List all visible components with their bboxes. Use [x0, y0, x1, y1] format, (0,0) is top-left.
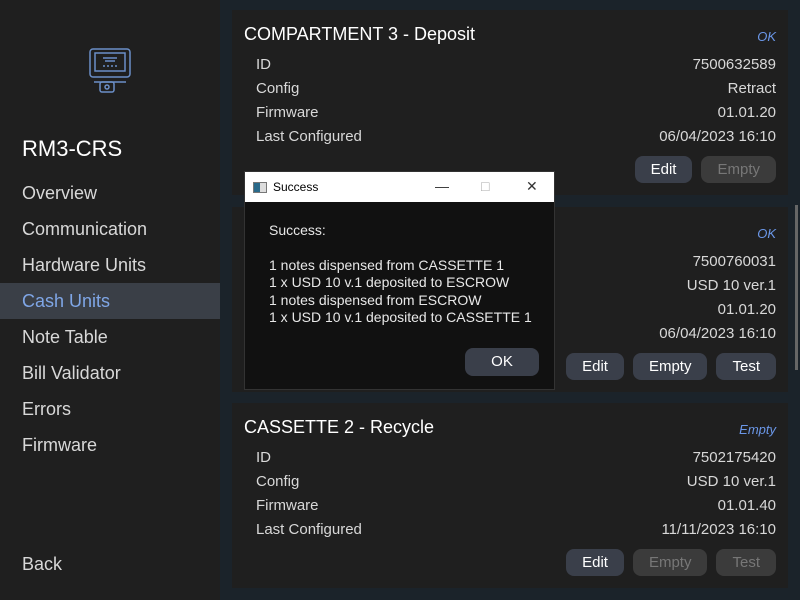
sidebar-item-errors[interactable]: Errors	[0, 391, 220, 427]
sidebar-item-bill-validator[interactable]: Bill Validator	[0, 355, 220, 391]
card-actions: Edit Empty Test	[566, 549, 776, 576]
field-label: Last Configured	[256, 128, 362, 145]
dialog-line: 1 x USD 10 v.1 deposited to ESCROW	[269, 274, 510, 290]
dialog-line: 1 notes dispensed from ESCROW	[269, 291, 482, 308]
field-label: ID	[256, 56, 271, 73]
sidebar-item-overview[interactable]: Overview	[0, 175, 220, 211]
card-actions: Edit Empty	[634, 156, 776, 183]
field-id: ID 7502175420	[256, 449, 776, 473]
field-id: ID 7500632589	[256, 56, 776, 80]
device-name: RM3-CRS	[22, 136, 123, 161]
dialog-line: 1 x USD 10 v.1 deposited to CASSETTE 1	[269, 309, 532, 325]
ok-button[interactable]: OK	[465, 348, 539, 376]
empty-button: Empty	[632, 549, 708, 576]
sidebar: RM3-CRS Overview Communication Hardware …	[0, 0, 220, 600]
field-value: USD 10 ver.1	[686, 473, 776, 490]
field-firmware: Firmware 01.01.20	[256, 104, 776, 128]
sidebar-item-cash-units[interactable]: Cash Units	[0, 283, 220, 319]
cash-unit-card: COMPARTMENT 3 - Deposit OK ID 7500632589 Con…	[232, 10, 788, 195]
dialog-titlebar: Success — □ ✕	[245, 172, 554, 202]
field-config: Config USD 10 ver.1	[256, 473, 776, 497]
field-value: 06/04/2023 16:10	[659, 325, 776, 342]
field-value: 06/04/2023 16:10	[659, 128, 776, 145]
minimize-icon[interactable]: —	[435, 178, 449, 194]
sidebar-item-firmware[interactable]: Firmware	[0, 427, 220, 463]
status-badge: OK	[757, 226, 776, 241]
field-value: 7500632589	[692, 56, 776, 73]
field-last: Last Configured 06/04/2023 16:10	[256, 128, 776, 152]
sidebar-item-hardware-units[interactable]: Hardware Units	[0, 247, 220, 283]
field-last: Last Configured 11/11/2023 16:10	[256, 521, 776, 545]
success-dialog: Success — □ ✕ Success: 1 notes dispensed…	[244, 171, 555, 390]
field-label: Config	[256, 473, 300, 490]
edit-button[interactable]: Edit	[634, 156, 693, 183]
close-icon[interactable]: ✕	[526, 178, 538, 195]
field-label: Firmware	[256, 497, 319, 514]
field-label: ID	[256, 449, 271, 466]
field-value: 01.01.20	[717, 301, 776, 318]
test-button: Test	[716, 549, 776, 576]
field-value: USD 10 ver.1	[686, 277, 776, 294]
edit-button[interactable]: Edit	[566, 549, 624, 576]
dialog-line: 1 notes dispensed from CASSETTE 1	[269, 256, 504, 273]
app-icon	[253, 181, 267, 193]
field-label: Firmware	[256, 104, 319, 121]
field-firmware: Firmware 01.01.40	[256, 497, 776, 521]
atm-icon	[89, 48, 131, 93]
sidebar-item-communication[interactable]: Communication	[0, 211, 220, 247]
field-value: 01.01.40	[717, 497, 776, 514]
field-value: 7502175420	[692, 449, 776, 466]
field-value: Retract	[727, 80, 776, 97]
field-label: Last Configured	[256, 521, 362, 538]
card-actions: Edit Empty Test	[566, 353, 776, 380]
field-config: Config Retract	[256, 80, 776, 104]
dialog-message: Success: 1 notes dispensed from CASSETTE…	[245, 202, 554, 327]
field-label: Config	[256, 80, 300, 97]
dialog-heading: Success:	[269, 222, 326, 238]
back-button[interactable]: Back	[22, 554, 62, 575]
test-button[interactable]: Test	[716, 353, 776, 380]
field-value: 7500760031	[692, 253, 776, 270]
sidebar-nav: Overview Communication Hardware Units Ca…	[0, 175, 220, 463]
dialog-title: Success	[273, 180, 319, 194]
edit-button[interactable]: Edit	[566, 353, 624, 380]
empty-button: Empty	[701, 156, 776, 183]
field-value: 01.01.20	[717, 104, 776, 121]
empty-button[interactable]: Empty	[632, 353, 708, 380]
maximize-icon: □	[481, 178, 490, 194]
card-title: COMPARTMENT 3 - Deposit	[244, 24, 476, 44]
scrollbar[interactable]	[795, 205, 798, 370]
cash-unit-card: CASSETTE 2 - Recycle Empty ID 7502175420 Con…	[232, 403, 788, 588]
field-value: 11/11/2023 16:10	[661, 521, 776, 538]
sidebar-item-note-table[interactable]: Note Table	[0, 319, 220, 355]
card-title: CASSETTE 2 - Recycle	[244, 417, 435, 437]
status-badge: Empty	[739, 422, 776, 437]
status-badge: OK	[757, 29, 776, 44]
